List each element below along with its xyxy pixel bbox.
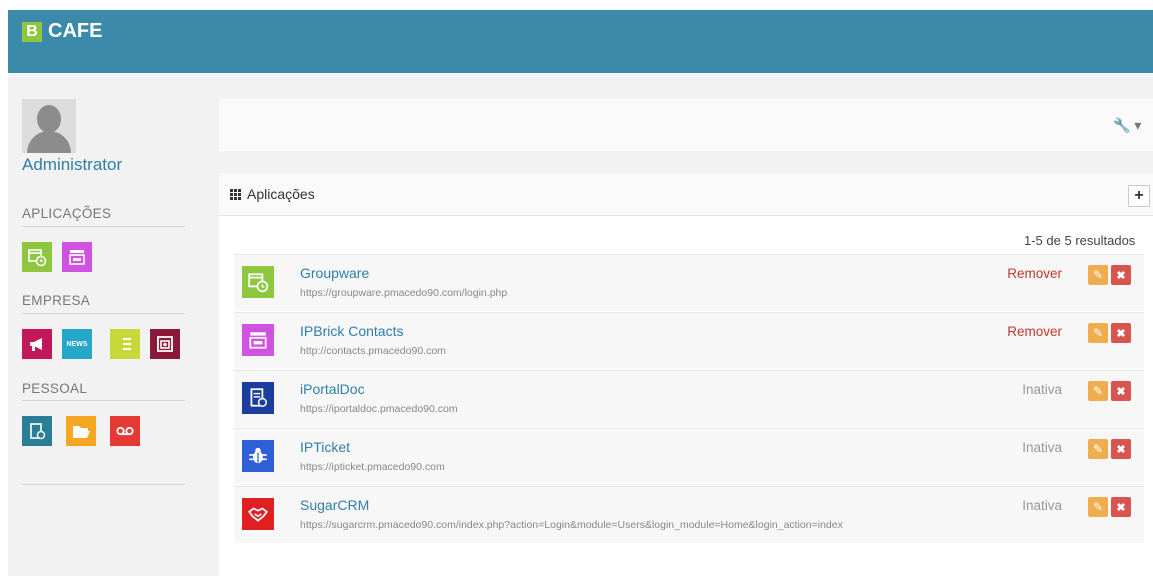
delete-button[interactable]: ✖ xyxy=(1111,497,1131,517)
delete-button[interactable]: ✖ xyxy=(1111,439,1131,459)
user-name[interactable]: Administrator xyxy=(22,155,122,175)
voicemail-icon[interactable] xyxy=(110,416,140,446)
edit-button[interactable]: ✎ xyxy=(1088,265,1108,285)
app-name-link[interactable]: iPortalDoc xyxy=(300,381,365,397)
app-url: https://groupware.pmacedo90.com/login.ph… xyxy=(300,287,508,299)
remove-link[interactable]: Remover xyxy=(1006,324,1062,339)
edit-button[interactable]: ✎ xyxy=(1088,323,1108,343)
section-title-empresa: EMPRESA xyxy=(22,293,91,308)
app-name-link[interactable]: IPBrick Contacts xyxy=(300,323,403,339)
logo-badge: B xyxy=(22,21,42,42)
app-name-link[interactable]: Groupware xyxy=(300,265,369,281)
edit-button[interactable]: ✎ xyxy=(1088,381,1108,401)
table-row[interactable]: iPortalDoc https://iportaldoc.pmacedo90.… xyxy=(234,370,1144,427)
app-url: https://sugarcrm.pmacedo90.com/index.php… xyxy=(300,519,843,531)
remove-link[interactable]: Remover xyxy=(1006,266,1062,281)
table-row[interactable]: SugarCRM https://sugarcrm.pmacedo90.com/… xyxy=(234,486,1144,543)
divider xyxy=(22,400,185,401)
toolbar-panel xyxy=(219,99,1153,151)
contacts-icon[interactable] xyxy=(62,242,92,272)
grid-icon xyxy=(230,188,241,200)
calendar-clock-icon xyxy=(242,266,274,298)
folder-open-icon[interactable] xyxy=(66,416,96,446)
divider xyxy=(22,313,185,314)
status-label: Inativa xyxy=(1022,498,1062,513)
news-icon[interactable]: NEWS xyxy=(62,329,92,359)
document-settings-icon xyxy=(242,382,274,414)
divider xyxy=(22,226,185,227)
avatar[interactable] xyxy=(22,99,76,153)
panel-header xyxy=(219,173,1153,216)
table-row[interactable]: IPTicket https://ipticket.pmacedo90.com … xyxy=(234,428,1144,485)
table-row[interactable]: Groupware https://groupware.pmacedo90.co… xyxy=(234,254,1144,311)
delete-button[interactable]: ✖ xyxy=(1111,265,1131,285)
app-name-link[interactable]: SugarCRM xyxy=(300,497,369,513)
section-title-aplicacoes: APLICAÇÕES xyxy=(22,206,112,221)
panel-title-text: Aplicações xyxy=(247,186,315,202)
handshake-icon xyxy=(242,498,274,530)
delete-button[interactable]: ✖ xyxy=(1111,381,1131,401)
add-application-button[interactable]: + xyxy=(1128,185,1150,207)
app-url: https://iportaldoc.pmacedo90.com xyxy=(300,403,458,415)
calendar-clock-icon[interactable] xyxy=(22,242,52,272)
app-name: CAFE xyxy=(48,20,103,42)
megaphone-icon[interactable] xyxy=(22,329,52,359)
contacts-icon xyxy=(242,324,274,356)
wrench-dropdown-icon[interactable]: 🔧 ▾ xyxy=(1113,117,1141,134)
panel-title: Aplicações xyxy=(230,186,315,202)
divider xyxy=(22,484,185,485)
top-bar xyxy=(8,10,1153,73)
edit-button[interactable]: ✎ xyxy=(1088,497,1108,517)
table-row[interactable]: IPBrick Contacts http://contacts.pmacedo… xyxy=(234,312,1144,369)
delete-button[interactable]: ✖ xyxy=(1111,323,1131,343)
app-logo[interactable]: B CAFE xyxy=(22,20,102,43)
list-icon[interactable] xyxy=(110,329,140,359)
photo-album-icon[interactable] xyxy=(150,329,180,359)
results-count: 1-5 de 5 resultados xyxy=(1024,233,1136,248)
app-name-link[interactable]: IPTicket xyxy=(300,439,350,455)
section-title-pessoal: PESSOAL xyxy=(22,381,88,396)
news-tile-text: NEWS xyxy=(66,340,88,348)
status-label: Inativa xyxy=(1022,440,1062,455)
document-edit-icon[interactable] xyxy=(22,416,52,446)
app-url: https://ipticket.pmacedo90.com xyxy=(300,461,445,473)
status-label: Inativa xyxy=(1022,382,1062,397)
app-url: http://contacts.pmacedo90.com xyxy=(300,345,446,357)
bug-icon xyxy=(242,440,274,472)
edit-button[interactable]: ✎ xyxy=(1088,439,1108,459)
